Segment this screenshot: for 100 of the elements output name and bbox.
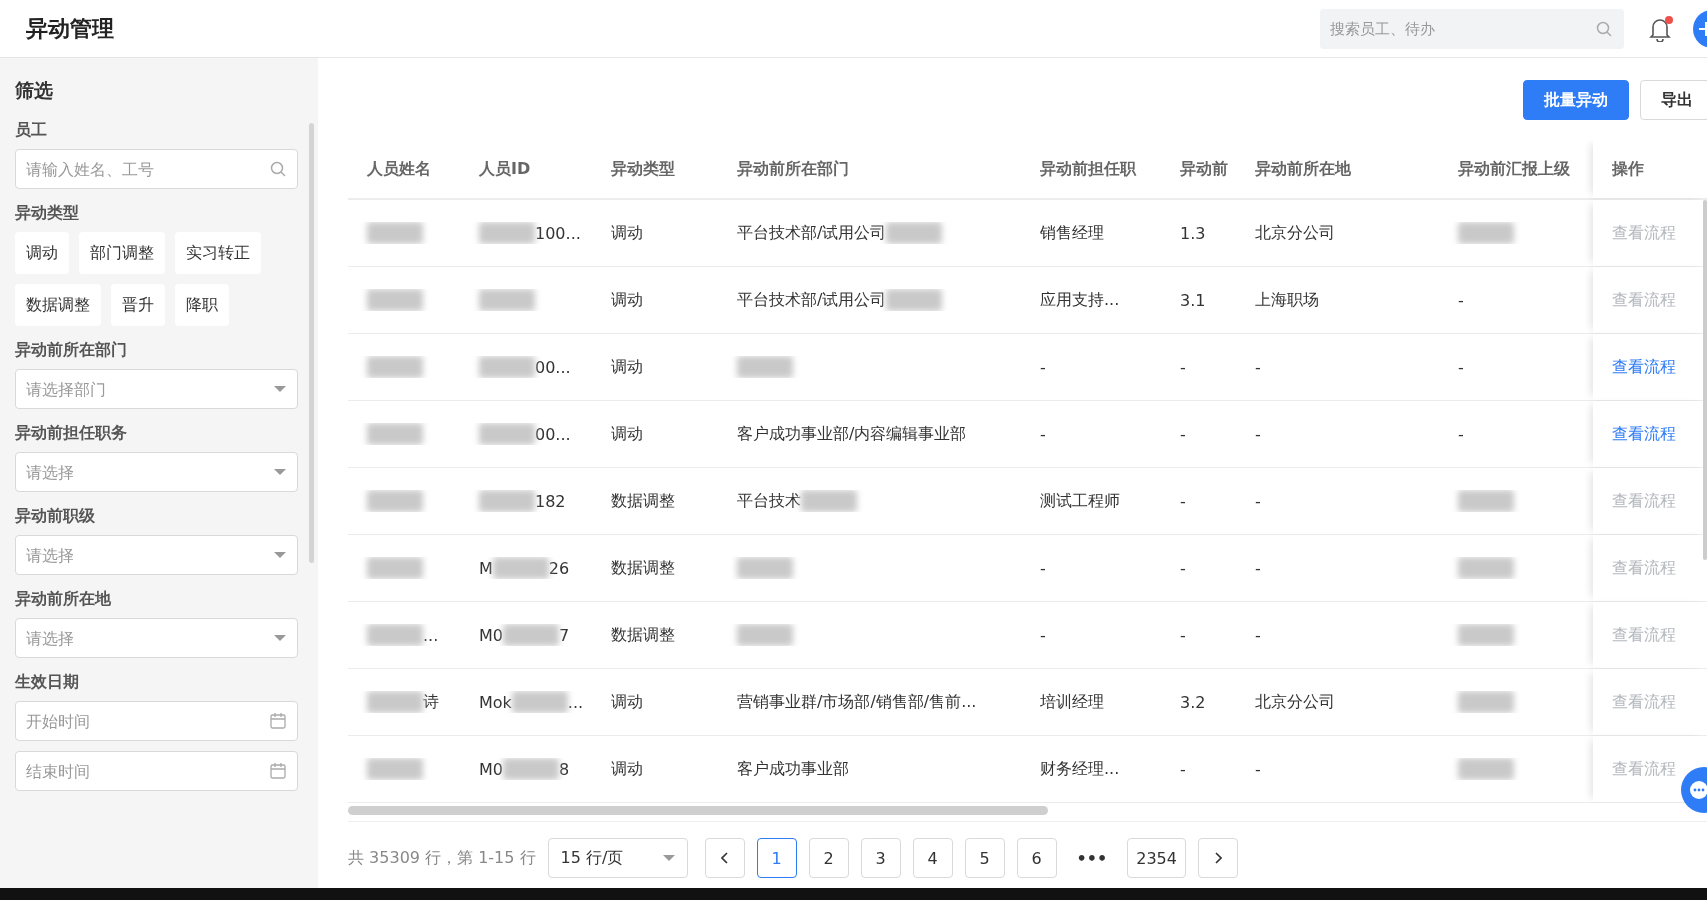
table-cell: 应用支持...	[1040, 289, 1120, 311]
table-cell: 1.3	[1180, 223, 1206, 243]
table-cell: 数据调整	[611, 490, 675, 512]
column-header: 异动前所在部门	[736, 158, 850, 180]
table-cell: 平台技术	[737, 490, 801, 512]
table-cell: 测试工程师	[1040, 490, 1120, 512]
page-button[interactable]: 1	[756, 838, 797, 878]
filter-label: 异动类型	[15, 203, 80, 224]
table-cell: 调动	[611, 691, 643, 713]
table-cell: -	[1040, 558, 1046, 578]
column-header: 人员ID	[478, 158, 532, 180]
batch-change-button[interactable]: 批量异动	[1523, 80, 1629, 120]
table-cell: ...	[567, 692, 584, 712]
table-cell: -	[1180, 759, 1186, 779]
column-header: 异动类型	[610, 158, 676, 180]
date-field[interactable]: 开始时间	[15, 701, 298, 741]
page-button[interactable]: 5	[964, 838, 1005, 878]
table-cell: 调动	[611, 758, 643, 780]
type-tag[interactable]: 实习转正	[175, 232, 261, 274]
table-cell: -	[1255, 759, 1261, 779]
table-cell: 调动	[611, 356, 643, 378]
table-cell: -	[1180, 625, 1186, 645]
table-cell: 平台技术部/试用公司	[737, 289, 887, 311]
table-cell: -	[1040, 625, 1046, 645]
table-cell: 客户成功事业部	[737, 758, 849, 780]
table-cell: 营销事业群/市场部/销售部/售前...	[737, 691, 977, 713]
table-cell: -	[1458, 424, 1464, 444]
date-field[interactable]: 结束时间	[15, 751, 298, 791]
filter-label: 异动前职级	[15, 506, 96, 527]
table-cell: 客户成功事业部/内容编辑事业部	[737, 423, 967, 445]
filter-label: 异动前所在地	[15, 589, 112, 610]
table-cell: -	[1255, 357, 1261, 377]
global-search-field[interactable]: 搜索员工、待办	[1320, 8, 1624, 49]
table-cell: 销售经理	[1040, 222, 1104, 244]
table-cell: 00...	[535, 357, 571, 377]
column-header: 异动前担任职	[1039, 158, 1137, 180]
table-cell: -	[1180, 424, 1186, 444]
table-cell: 调动	[611, 423, 643, 445]
select-value: 15 行/页	[560, 847, 624, 869]
table-cell: 3.2	[1180, 692, 1206, 712]
table-cell: 26	[548, 558, 570, 578]
column-header: 人员姓名	[366, 158, 432, 180]
select-field[interactable]: 请选择部门	[15, 369, 298, 409]
page-size-select[interactable]: 15 行/页	[547, 838, 688, 878]
table-cell: -	[1040, 357, 1046, 377]
table-cell: Mok	[479, 692, 512, 712]
panel-title: 筛选	[15, 78, 54, 103]
table-cell: M0	[479, 759, 503, 779]
table-cell: 上海职场	[1255, 289, 1319, 311]
table-cell: 培训经理	[1040, 691, 1104, 713]
filter-label: 异动前所在部门	[15, 340, 128, 361]
table-cell: -	[1255, 491, 1261, 511]
view-flow-link[interactable]: 查看流程	[1612, 423, 1676, 445]
table-cell: 数据调整	[611, 557, 675, 579]
table-cell: -	[1180, 491, 1186, 511]
table-cell: -	[1180, 357, 1186, 377]
column-header: 异动前汇报上级	[1457, 158, 1571, 180]
table-cell: 诗	[423, 691, 439, 713]
page-button[interactable]: 6	[1016, 838, 1057, 878]
export-button[interactable]: 导出	[1640, 80, 1707, 120]
table-cell: 8	[559, 759, 570, 779]
table-cell: -	[1255, 625, 1261, 645]
filter-label: 异动前担任职务	[15, 423, 128, 444]
page-button[interactable]: 4	[912, 838, 953, 878]
select-field[interactable]: 请选择	[15, 452, 298, 492]
filter-label: 员工	[15, 120, 48, 141]
select-field[interactable]: 请选择	[15, 535, 298, 575]
table-cell: 7	[559, 625, 570, 645]
page-summary: 共 35309 行，第 1-15 行	[348, 847, 536, 869]
table-cell: 北京分公司	[1255, 222, 1335, 244]
type-tag[interactable]: 晋升	[111, 284, 165, 326]
table-cell: 调动	[611, 222, 643, 244]
table-cell: M0	[479, 625, 503, 645]
type-tag[interactable]: 数据调整	[15, 284, 101, 326]
view-flow-link[interactable]: 查看流程	[1612, 356, 1676, 378]
page-button[interactable]: 3	[860, 838, 901, 878]
select-field[interactable]: 请选择	[15, 618, 298, 658]
table-cell: -	[1040, 424, 1046, 444]
type-tag[interactable]: 部门调整	[79, 232, 165, 274]
table-cell: 3.1	[1180, 290, 1206, 310]
column-header: 异动前所在地	[1254, 158, 1352, 180]
employee-search-field[interactable]: 请输入姓名、工号	[15, 149, 298, 189]
table-cell: 182	[535, 491, 566, 511]
type-tag[interactable]: 调动	[15, 232, 69, 274]
table-cell: 北京分公司	[1255, 691, 1335, 713]
type-tag[interactable]: 降职	[175, 284, 229, 326]
table-cell: ...	[423, 625, 439, 645]
table-cell: 00...	[535, 424, 571, 444]
filter-label: 生效日期	[15, 672, 80, 693]
table-cell: 调动	[611, 289, 643, 311]
page-button[interactable]: 2354	[1127, 838, 1186, 878]
page-title: 异动管理	[26, 14, 114, 43]
page-button[interactable]: 2	[808, 838, 849, 878]
table-cell: -	[1458, 290, 1464, 310]
table-cell: -	[1180, 558, 1186, 578]
table-cell: 平台技术部/试用公司	[737, 222, 887, 244]
table-cell: -	[1458, 357, 1464, 377]
table-cell: -	[1255, 558, 1261, 578]
table-cell: 数据调整	[611, 624, 675, 646]
table-cell: 100...	[535, 223, 581, 243]
